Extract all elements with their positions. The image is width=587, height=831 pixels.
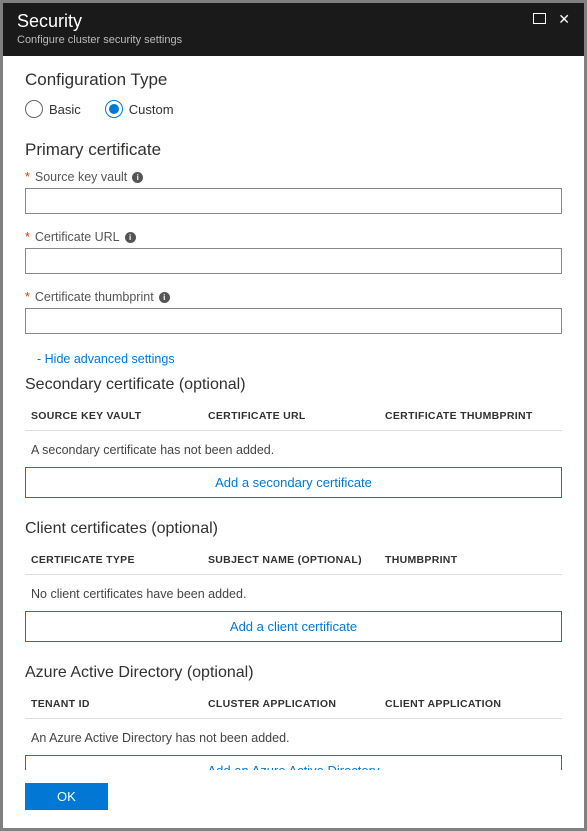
required-asterisk: *	[25, 230, 30, 244]
client-certs-table-head: CERTIFICATE TYPE SUBJECT NAME (OPTIONAL)…	[25, 548, 562, 575]
field-source-key-vault: * Source key vault i	[25, 170, 562, 214]
scroll-area[interactable]: Configuration Type Basic Custom Primary …	[3, 56, 584, 770]
col-cert-type: CERTIFICATE TYPE	[31, 554, 208, 566]
config-type-radios: Basic Custom	[25, 100, 562, 118]
secondary-cert-empty: A secondary certificate has not been add…	[25, 431, 562, 467]
titlebar-text: Security Configure cluster security sett…	[17, 11, 182, 46]
titlebar: Security Configure cluster security sett…	[3, 3, 584, 56]
add-client-cert-button[interactable]: Add a client certificate	[25, 611, 562, 642]
required-asterisk: *	[25, 170, 30, 184]
security-blade: Security Configure cluster security sett…	[0, 0, 587, 831]
field-cert-url: * Certificate URL i	[25, 230, 562, 274]
ok-button[interactable]: OK	[25, 783, 108, 810]
secondary-cert-title: Secondary certificate (optional)	[25, 376, 562, 394]
col-cert-thumbprint: CERTIFICATE THUMBPRINT	[385, 410, 562, 422]
radio-basic-label: Basic	[49, 102, 81, 117]
secondary-cert-table-head: SOURCE KEY VAULT CERTIFICATE URL CERTIFI…	[25, 404, 562, 431]
info-icon[interactable]: i	[125, 232, 136, 243]
info-icon[interactable]: i	[132, 172, 143, 183]
advanced-toggle-row: - Hide advanced settings	[37, 350, 562, 368]
radio-circle-selected-icon	[105, 100, 123, 118]
radio-custom[interactable]: Custom	[105, 100, 174, 118]
content: Configuration Type Basic Custom Primary …	[3, 56, 584, 770]
field-thumbprint: * Certificate thumbprint i	[25, 290, 562, 334]
aad-empty: An Azure Active Directory has not been a…	[25, 719, 562, 755]
info-icon[interactable]: i	[159, 292, 170, 303]
restore-icon[interactable]	[533, 11, 546, 27]
footer: OK	[3, 770, 584, 828]
aad-table-head: TENANT ID CLUSTER APPLICATION CLIENT APP…	[25, 692, 562, 719]
required-asterisk: *	[25, 290, 30, 304]
radio-circle-icon	[25, 100, 43, 118]
config-type-title: Configuration Type	[25, 70, 562, 90]
add-aad-button[interactable]: Add an Azure Active Directory	[25, 755, 562, 770]
client-certs-title: Client certificates (optional)	[25, 520, 562, 538]
blade-subtitle: Configure cluster security settings	[17, 34, 182, 46]
input-cert-url[interactable]	[25, 248, 562, 274]
add-secondary-cert-button[interactable]: Add a secondary certificate	[25, 467, 562, 498]
col-source-key-vault: SOURCE KEY VAULT	[31, 410, 208, 422]
input-source-key-vault[interactable]	[25, 188, 562, 214]
hide-advanced-link[interactable]: - Hide advanced settings	[37, 352, 175, 366]
blade-title: Security	[17, 11, 182, 32]
col-cert-url: CERTIFICATE URL	[208, 410, 385, 422]
label-source-key-vault: * Source key vault i	[25, 170, 562, 184]
radio-custom-label: Custom	[129, 102, 174, 117]
aad-title: Azure Active Directory (optional)	[25, 664, 562, 682]
client-certs-empty: No client certificates have been added.	[25, 575, 562, 611]
primary-cert-title: Primary certificate	[25, 140, 562, 160]
label-thumbprint: * Certificate thumbprint i	[25, 290, 562, 304]
col-subject-name: SUBJECT NAME (OPTIONAL)	[208, 554, 385, 566]
label-cert-url: * Certificate URL i	[25, 230, 562, 244]
col-tenant-id: TENANT ID	[31, 698, 208, 710]
col-thumbprint: THUMBPRINT	[385, 554, 562, 566]
input-thumbprint[interactable]	[25, 308, 562, 334]
titlebar-controls: ✕	[533, 11, 570, 27]
radio-basic[interactable]: Basic	[25, 100, 81, 118]
col-client-app: CLIENT APPLICATION	[385, 698, 562, 710]
close-icon[interactable]: ✕	[558, 12, 570, 26]
col-cluster-app: CLUSTER APPLICATION	[208, 698, 385, 710]
